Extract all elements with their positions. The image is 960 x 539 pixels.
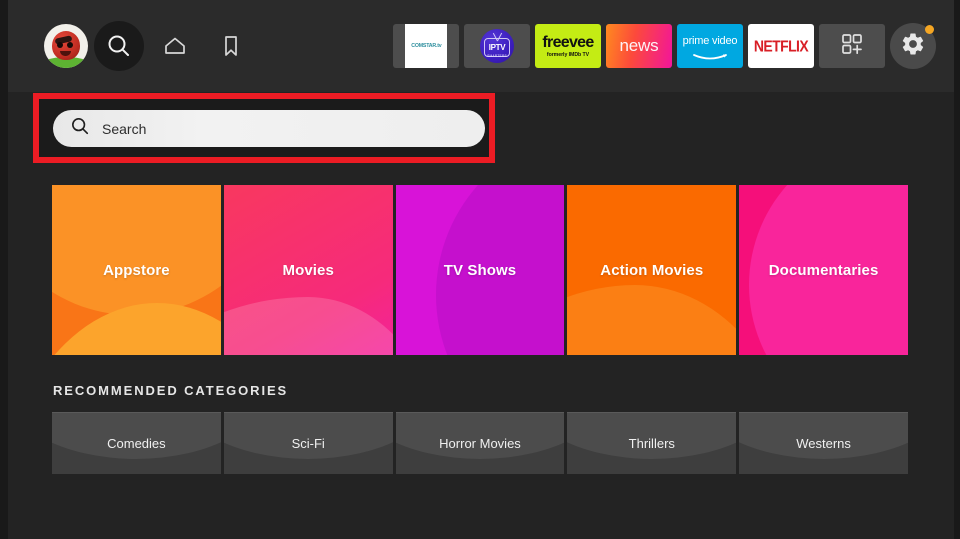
search-placeholder-text: Search (102, 121, 146, 137)
app-shortcut-comstar-tv[interactable]: COMSTAR.tv (393, 24, 459, 68)
tile-label: Appstore (103, 262, 170, 279)
app-shortcut-netflix[interactable]: NETFLIX (748, 24, 814, 68)
avatar-eye-right (67, 42, 73, 48)
tile-movies[interactable]: Movies (224, 185, 393, 355)
search-nav-button[interactable] (94, 21, 144, 71)
netflix-label: NETFLIX (754, 37, 808, 55)
rec-tile-westerns[interactable]: Westerns (739, 412, 908, 474)
right-edge-strip (954, 0, 960, 539)
bookmark-icon (219, 33, 243, 59)
rec-tile-label: Thrillers (629, 436, 675, 451)
home-icon (162, 33, 188, 59)
app-shortcut-iptv[interactable]: IPTV SMARTERS (464, 24, 530, 68)
tile-decoration (224, 297, 393, 355)
tile-appstore[interactable]: Appstore (52, 185, 221, 355)
settings-button[interactable] (890, 23, 936, 69)
freevee-sublabel: formerly IMDb TV (547, 52, 589, 58)
rec-tile-comedies[interactable]: Comedies (52, 412, 221, 474)
rec-tile-label: Westerns (796, 436, 851, 451)
rec-tile-horror-movies[interactable]: Horror Movies (396, 412, 565, 474)
rec-tile-sci-fi[interactable]: Sci-Fi (224, 412, 393, 474)
tile-label: TV Shows (444, 262, 516, 279)
apps-grid-button[interactable] (819, 24, 885, 68)
freevee-label: freevee (542, 35, 593, 50)
settings-notification-badge (925, 25, 934, 34)
tile-documentaries[interactable]: Documentaries (739, 185, 908, 355)
tile-label: Movies (282, 262, 333, 279)
rec-tile-label: Horror Movies (439, 436, 521, 451)
search-icon (105, 32, 133, 60)
rec-tile-label: Sci-Fi (292, 436, 325, 451)
left-edge-strip (0, 0, 8, 539)
search-icon (70, 116, 90, 141)
news-label: news (620, 36, 659, 56)
tile-decoration (52, 185, 221, 315)
app-shortcut-freevee[interactable]: freevee formerly IMDb TV (535, 24, 601, 68)
tile-label: Documentaries (769, 262, 879, 279)
iptv-logo: IPTV SMARTERS (480, 29, 514, 63)
fire-tv-home-screen: COMSTAR.tv IPTV SMARTERS freevee formerl… (0, 0, 960, 539)
tile-tv-shows[interactable]: TV Shows (396, 185, 565, 355)
rec-tile-label: Comedies (107, 436, 166, 451)
iptv-sublabel: SMARTERS (480, 54, 514, 58)
tile-action-movies[interactable]: Action Movies (567, 185, 736, 355)
watchlist-nav-button[interactable] (206, 21, 256, 71)
iptv-antenna-icon (489, 32, 505, 41)
grid-plus-icon (839, 31, 865, 62)
app-shortcut-news[interactable]: news (606, 24, 672, 68)
tile-label: Action Movies (600, 262, 703, 279)
home-nav-button[interactable] (150, 21, 200, 71)
comstar-logo: COMSTAR.tv (405, 24, 447, 68)
avatar-eye-left (57, 42, 63, 48)
recommended-categories-heading: RECOMMENDED CATEGORIES (53, 383, 288, 398)
recommended-categories-row: Comedies Sci-Fi Horror Movies Thrillers … (52, 412, 908, 474)
top-navigation-bar: COMSTAR.tv IPTV SMARTERS freevee formerl… (8, 0, 954, 92)
amazon-smile-icon (692, 48, 728, 56)
gear-icon (900, 31, 926, 62)
prime-video-label: prime video (683, 36, 738, 47)
tile-decoration (52, 303, 221, 355)
tile-decoration (567, 285, 736, 355)
search-input[interactable]: Search (53, 110, 485, 147)
nav-left-group (44, 21, 256, 71)
nav-app-shortcuts: COMSTAR.tv IPTV SMARTERS freevee formerl… (393, 23, 936, 69)
profile-avatar[interactable] (44, 24, 88, 68)
comstar-label: COMSTAR.tv (411, 43, 441, 49)
rec-tile-thrillers[interactable]: Thrillers (567, 412, 736, 474)
iptv-label: IPTV (489, 44, 506, 52)
category-tiles-row: Appstore Movies TV Shows Action Movies D… (52, 185, 908, 355)
app-shortcut-prime-video[interactable]: prime video (677, 24, 743, 68)
